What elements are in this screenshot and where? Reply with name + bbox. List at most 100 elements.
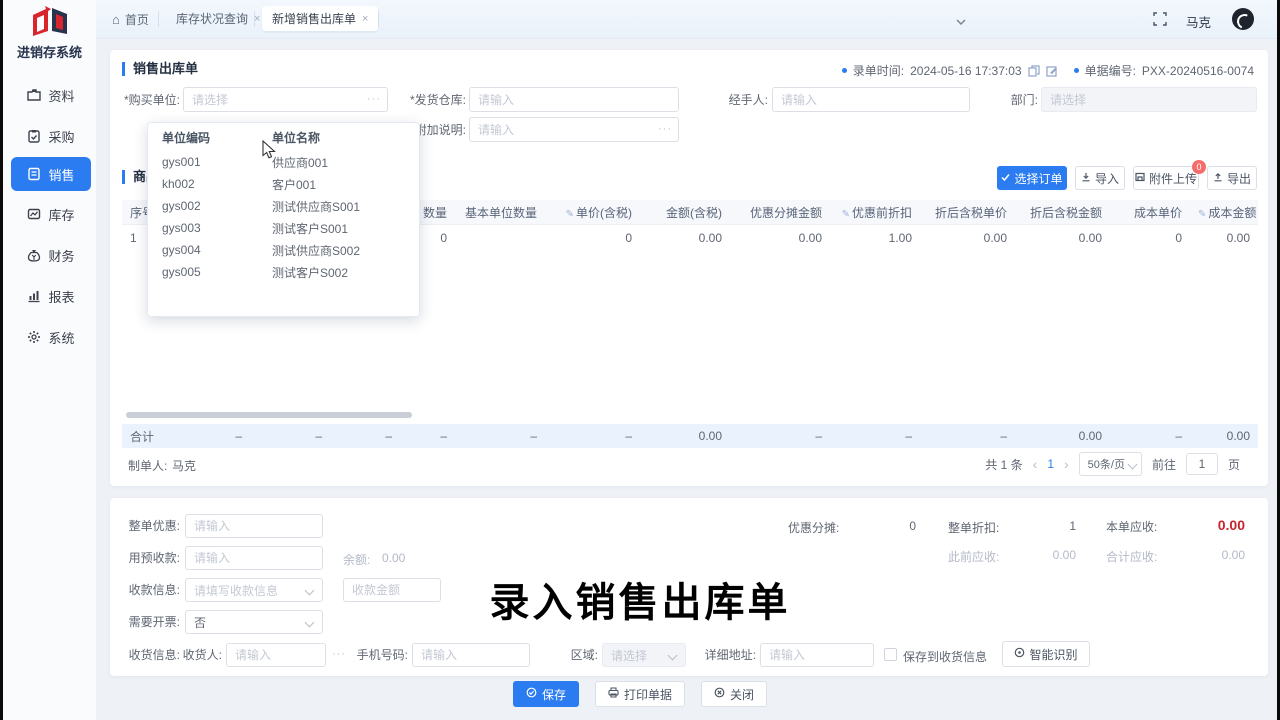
sidebar-item-data[interactable]: 资料	[11, 78, 91, 112]
dept-field[interactable]	[1041, 87, 1257, 112]
region-select[interactable]: 请选择	[602, 643, 686, 667]
doc-no-value: PXX-20240516-0074	[1142, 64, 1254, 78]
select-order-button[interactable]: 选择订单	[997, 166, 1067, 190]
blue-dot-icon	[842, 68, 847, 73]
phone-field[interactable]	[412, 643, 530, 668]
button-label: 打印单据	[624, 686, 672, 703]
order-discount-field[interactable]	[185, 514, 323, 539]
cell: 0.00	[730, 225, 830, 252]
buyer-label: *购买单位:	[118, 88, 180, 113]
tab-new-sales-outbound[interactable]: 新增销售出库单 ×	[262, 6, 378, 31]
picker-ellipsis-icon[interactable]: ···	[332, 648, 346, 660]
buyer-field[interactable]: ···	[183, 87, 388, 112]
cell: 0	[1110, 225, 1190, 252]
tab-label: 新增销售出库单	[272, 10, 356, 27]
sidebar-item-finance[interactable]: 财务	[11, 238, 91, 272]
avatar[interactable]	[1232, 8, 1254, 30]
unit-code: gys001	[148, 155, 272, 169]
col-header: ✎单价(含税)	[545, 200, 640, 225]
horizontal-scrollbar-thumb[interactable]	[126, 412, 412, 418]
tabs-chevron-down-icon[interactable]	[956, 13, 966, 31]
warehouse-input[interactable]	[469, 87, 679, 112]
address-label: 详细地址:	[698, 643, 756, 668]
next-page-icon[interactable]: ›	[1064, 456, 1069, 472]
dropdown-option[interactable]: gys003 测试客户S001	[148, 217, 419, 239]
previous-due-value: 0.00	[1030, 548, 1076, 562]
handler-field[interactable]	[772, 87, 970, 112]
current-page[interactable]: 1	[1047, 457, 1054, 471]
dropdown-option[interactable]: gys001 供应商001	[148, 151, 419, 173]
sidebar-item-report[interactable]: 报表	[11, 279, 91, 313]
address-field[interactable]	[760, 643, 874, 668]
col-header: 成本单价	[1110, 200, 1190, 225]
prepay-field[interactable]	[185, 546, 323, 571]
dropdown-header: 单位编码 单位名称	[148, 123, 419, 151]
phone-input[interactable]	[412, 643, 530, 667]
export-button[interactable]: 导出	[1207, 166, 1257, 190]
dropdown-option[interactable]: kh002 客户001	[148, 173, 419, 195]
sidebar-item-sales[interactable]: 销售	[11, 157, 91, 191]
home-tab[interactable]: ⌂ 首页	[112, 0, 149, 38]
dropdown-option[interactable]: gys005 测试客户S002	[148, 261, 419, 283]
total-cell: –	[162, 424, 250, 448]
dropdown-option[interactable]: gys004 测试供应商S002	[148, 239, 419, 261]
receiver-input[interactable]	[226, 643, 326, 667]
mouse-cursor	[262, 140, 277, 165]
button-label: 关闭	[730, 686, 754, 703]
goto-page-input[interactable]	[1186, 453, 1218, 475]
col-header: 基本单位数量	[455, 200, 545, 225]
sidebar-item-label: 系统	[48, 328, 74, 347]
sidebar-item-inventory[interactable]: 库存	[11, 197, 91, 231]
purchase-icon	[27, 129, 41, 143]
divider	[158, 11, 159, 27]
circle-check-icon	[526, 687, 537, 701]
blue-dot-icon	[1074, 68, 1079, 73]
sidebar-item-purchase[interactable]: 采购	[11, 119, 91, 153]
buyer-input[interactable]	[183, 87, 388, 112]
prepay-input[interactable]	[185, 546, 323, 570]
total-due-label: 合计应收:	[1106, 548, 1157, 565]
cell	[455, 225, 545, 252]
unit-code: gys003	[148, 221, 272, 235]
order-discount-label: 整单优惠:	[118, 514, 180, 539]
picker-ellipsis-icon[interactable]: ···	[658, 117, 672, 142]
warehouse-field[interactable]	[469, 87, 679, 112]
unit-code-column: 单位编码	[148, 129, 272, 146]
print-button[interactable]: 打印单据	[595, 681, 685, 707]
receiver-field[interactable]	[226, 643, 326, 668]
app-window: 进销存系统 资料 采购 销售 库存 财务 报表 系统	[0, 0, 1280, 720]
save-delivery-checkbox[interactable]	[884, 648, 897, 661]
handler-input[interactable]	[772, 87, 970, 112]
circle-close-icon	[714, 687, 725, 701]
attachment-badge: 0	[1192, 160, 1206, 174]
prev-page-icon[interactable]: ‹	[1033, 456, 1038, 472]
attachment-upload-button[interactable]: 附件上传	[1133, 166, 1199, 190]
edit-icon[interactable]	[1046, 65, 1058, 77]
import-button[interactable]: 导入	[1075, 166, 1125, 190]
note-field[interactable]: ···	[469, 117, 679, 142]
tab-label: 库存状况查询	[176, 10, 248, 27]
col-header: 折后含税单价	[920, 200, 1015, 225]
unit-name: 客户001	[272, 176, 419, 193]
note-input[interactable]	[469, 117, 679, 142]
order-discount-input[interactable]	[185, 514, 323, 538]
dropdown-option[interactable]: gys002 测试供应商S001	[148, 195, 419, 217]
cell: 0.00	[640, 225, 730, 252]
dept-input[interactable]	[1041, 87, 1257, 112]
sidebar-item-label: 资料	[48, 86, 74, 105]
fullscreen-icon[interactable]	[1153, 12, 1167, 31]
copy-icon[interactable]	[1028, 65, 1040, 77]
pagination: 共 1 条 ‹ 1 › 50条/页 前往 页	[985, 452, 1240, 476]
total-cell: 合计	[122, 424, 162, 448]
sidebar-item-system[interactable]: 系统	[11, 320, 91, 354]
page-size-select[interactable]: 50条/页	[1079, 452, 1142, 476]
col-header: ✎优惠前折扣	[830, 200, 920, 225]
close-tab-icon[interactable]: ×	[362, 13, 368, 25]
username[interactable]: 马克	[1186, 12, 1211, 31]
picker-ellipsis-icon[interactable]: ···	[367, 87, 381, 112]
address-input[interactable]	[760, 643, 874, 667]
doc-meta: 录单时间: 2024-05-16 17:37:03 单据编号: PXX-2024…	[842, 62, 1254, 79]
close-button[interactable]: 关闭	[701, 681, 767, 707]
smart-recognize-button[interactable]: 智能识别	[1002, 641, 1090, 667]
save-button[interactable]: 保存	[513, 681, 579, 707]
